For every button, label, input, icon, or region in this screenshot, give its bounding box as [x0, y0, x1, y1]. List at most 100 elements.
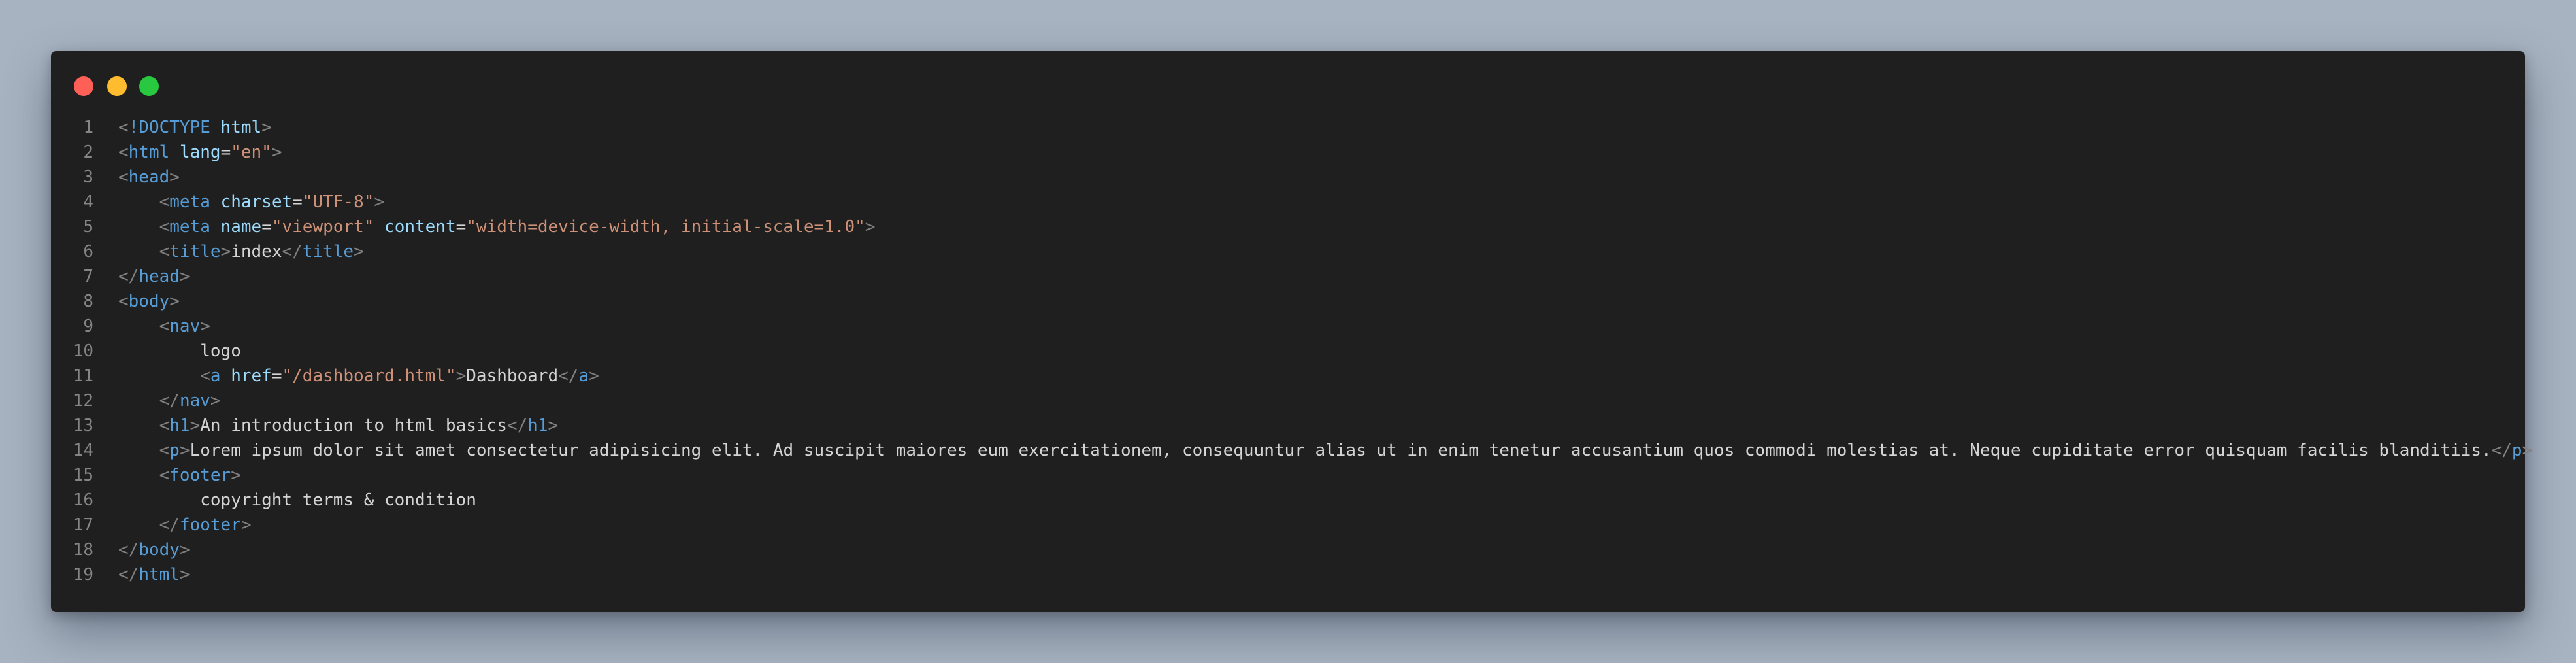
code-token: <	[159, 441, 170, 460]
code-token: head	[139, 267, 180, 286]
code-token: name	[220, 217, 262, 237]
code-token: >	[179, 540, 190, 560]
code-token: h1	[527, 416, 548, 435]
code-token: >	[169, 167, 180, 187]
code-token: nav	[169, 316, 201, 336]
code-token: body	[128, 292, 170, 311]
code-token: =	[220, 143, 231, 162]
line-number: 5	[83, 217, 93, 237]
code-token: </	[118, 267, 139, 286]
line-number: 15	[73, 466, 93, 485]
code-token: >	[865, 217, 876, 237]
line-number: 18	[73, 540, 93, 560]
code-token: </	[2491, 441, 2512, 460]
code-token: >	[589, 366, 599, 386]
code-token: <	[118, 292, 129, 311]
code-token: "viewport"	[271, 217, 374, 237]
code-line: 14 <p>Lorem ipsum dolor sit amet consect…	[51, 438, 2533, 463]
code-token: a	[578, 366, 589, 386]
code-token: >	[2522, 441, 2533, 460]
code-token: >	[271, 143, 282, 162]
code-line: 7 </head>	[51, 264, 2525, 289]
code-token: charset	[220, 192, 293, 212]
code-token: "width=device-width, initial-scale=1.0"	[466, 217, 865, 237]
code-line: 9 <nav>	[51, 314, 2525, 339]
code-token: p	[169, 441, 180, 460]
close-window-button[interactable]	[74, 76, 93, 96]
line-number: 7	[83, 267, 93, 286]
code-token: </	[282, 242, 303, 262]
code-token: body	[139, 540, 180, 560]
code-line: 2 <html lang="en">	[51, 140, 2525, 165]
minimize-window-button[interactable]	[107, 76, 127, 96]
code-token: >	[231, 466, 241, 485]
code-token: >	[179, 267, 190, 286]
code-token: >	[240, 515, 252, 535]
code-token: href	[231, 366, 272, 386]
code-token: <	[118, 143, 129, 162]
code-token: html	[139, 565, 180, 585]
line-number: 12	[73, 391, 93, 411]
code-token: title	[169, 242, 221, 262]
code-token: content	[384, 217, 456, 237]
code-token: =	[455, 217, 467, 237]
code-token: <	[159, 217, 170, 237]
code-token: </	[118, 565, 139, 585]
code-token: lang	[179, 143, 221, 162]
line-number: 1	[83, 118, 93, 137]
code-line: 13 <h1>An introduction to html basics</h…	[51, 413, 2525, 438]
code-line: 5 <meta name="viewport" content="width=d…	[51, 214, 2525, 239]
code-token: An introduction to html basics	[200, 416, 507, 435]
line-number: 14	[73, 441, 93, 460]
code-token: >	[261, 118, 272, 137]
code-token: a	[210, 366, 221, 386]
code-token: >	[179, 441, 190, 460]
maximize-window-button[interactable]	[139, 76, 159, 96]
code-token: >	[210, 391, 221, 411]
code-line: 18 </body>	[51, 537, 2525, 562]
line-number: 11	[73, 366, 93, 386]
code-line: 6 <title>index</title>	[51, 239, 2525, 264]
code-token: =	[261, 217, 272, 237]
code-token: !DOCTYPE	[128, 118, 210, 137]
code-token: >	[179, 565, 190, 585]
code-token: h1	[169, 416, 190, 435]
line-number: 17	[73, 515, 93, 535]
code-line: 17 </footer>	[51, 513, 2525, 537]
code-token: <	[159, 416, 170, 435]
code-token: p	[2511, 441, 2522, 460]
code-line: 4 <meta charset="UTF-8">	[51, 190, 2525, 214]
code-token: html	[220, 118, 262, 137]
code-line: 16 copyright terms & condition	[51, 488, 2525, 513]
code-token: "/dashboard.html"	[282, 366, 456, 386]
code-token: >	[548, 416, 559, 435]
code-line: 3 <head>	[51, 165, 2525, 190]
code-token: meta	[169, 192, 210, 212]
code-token: <	[159, 192, 170, 212]
code-token: >	[455, 366, 467, 386]
code-editor[interactable]: 1 <!DOCTYPE html> 2 <html lang="en"> 3 <head>…	[51, 115, 2533, 587]
code-token: </	[159, 515, 180, 535]
code-token: html	[128, 143, 170, 162]
line-number: 2	[83, 143, 93, 162]
code-token: <	[118, 118, 129, 137]
code-token: >	[220, 242, 231, 262]
code-token: nav	[179, 391, 210, 411]
code-token: <	[159, 466, 170, 485]
code-token: <	[159, 242, 170, 262]
code-line: 12 </nav>	[51, 388, 2525, 413]
code-token: =	[271, 366, 282, 386]
code-token: index	[231, 242, 282, 262]
